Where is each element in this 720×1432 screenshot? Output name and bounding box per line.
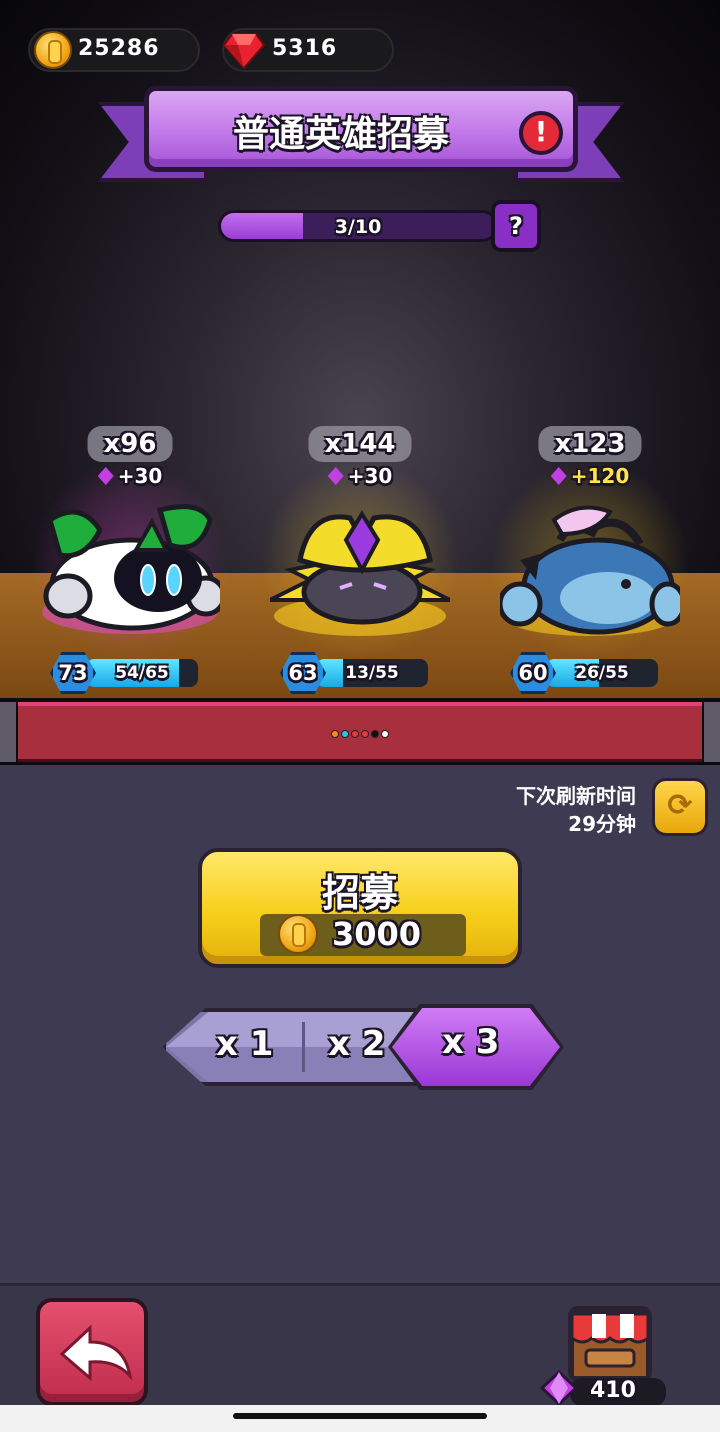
xp-bar: 26/55 bbox=[546, 659, 658, 687]
coin-counter: 25286 bbox=[28, 28, 200, 72]
page-dot bbox=[361, 730, 369, 738]
purple-gem-icon bbox=[540, 1370, 578, 1406]
hero-count: x96 bbox=[87, 426, 173, 462]
page-dot bbox=[341, 730, 349, 738]
recruit-label: 招募 bbox=[321, 871, 398, 915]
purple-gem-icon bbox=[327, 467, 344, 485]
title-banner: 普通英雄招募 ! bbox=[98, 86, 624, 196]
gem-counter: 5316 bbox=[222, 28, 394, 72]
xp-bar: 54/65 bbox=[86, 659, 198, 687]
hero-card-2[interactable]: x144 +30 13/55 63 bbox=[250, 420, 470, 700]
gem-amount: 5316 bbox=[272, 36, 338, 61]
coin-icon bbox=[278, 914, 318, 954]
multiplier-selector: x 1 x 2 x 3 bbox=[162, 1004, 564, 1090]
multiplier-x3-label: x 3 bbox=[442, 1022, 500, 1062]
hero-level-bar: 26/55 60 bbox=[510, 652, 670, 694]
exclamation-icon[interactable]: ! bbox=[519, 111, 563, 155]
back-button[interactable] bbox=[36, 1298, 148, 1406]
hero-bonus-value: +30 bbox=[347, 464, 393, 488]
red-gem-icon bbox=[222, 33, 266, 70]
multiplier-x1[interactable]: x 1 bbox=[216, 1024, 273, 1064]
recruit-scene: 25286 5316 普通英雄招募 ! 3/10 ? x96 +30 54/65… bbox=[0, 0, 720, 765]
coin-amount: 25286 bbox=[78, 36, 160, 61]
home-indicator[interactable] bbox=[233, 1413, 487, 1419]
hero-sprite-thunder bbox=[270, 510, 450, 636]
shop-price-value: 410 bbox=[590, 1378, 636, 1403]
multiplier-x2[interactable]: x 2 bbox=[328, 1024, 385, 1064]
page-dot bbox=[371, 730, 379, 738]
page-indicator bbox=[0, 730, 720, 738]
cost-value: 3000 bbox=[332, 915, 422, 953]
refresh-time: 29分钟 bbox=[568, 812, 636, 836]
back-arrow-icon bbox=[59, 1324, 133, 1382]
page-dot bbox=[381, 730, 389, 738]
hero-bonus-value: +30 bbox=[117, 464, 163, 488]
hero-bonus: +30 bbox=[20, 464, 240, 488]
hero-count: x123 bbox=[538, 426, 642, 462]
banner-plate: 普通英雄招募 ! bbox=[144, 86, 578, 172]
page-dot bbox=[331, 730, 339, 738]
hero-count: x144 bbox=[308, 426, 412, 462]
help-button[interactable]: ? bbox=[491, 200, 541, 252]
recruit-button[interactable]: 招募 3000 bbox=[198, 848, 522, 968]
hero-card-3[interactable]: x123 +120 26/55 60 bbox=[480, 420, 700, 700]
refresh-icon: ⟳ bbox=[667, 788, 693, 823]
hero-bonus: +120 bbox=[480, 464, 700, 488]
refresh-button[interactable]: ⟳ bbox=[652, 778, 708, 836]
refresh-timer: 下次刷新时间 29分钟 bbox=[516, 782, 636, 838]
shop-price: 410 bbox=[570, 1378, 666, 1406]
hero-level-bar: 54/65 73 bbox=[50, 652, 210, 694]
refresh-label: 下次刷新时间 bbox=[516, 784, 636, 808]
hero-card-1[interactable]: x96 +30 54/65 73 bbox=[20, 420, 240, 700]
hero-bonus-value: +120 bbox=[570, 464, 630, 488]
hero-xp: 13/55 bbox=[345, 663, 399, 683]
multiplier-divider bbox=[302, 1022, 305, 1072]
page-dot bbox=[351, 730, 359, 738]
progress-text: 3/10 bbox=[334, 216, 382, 238]
purple-gem-icon bbox=[550, 467, 567, 485]
hero-bonus: +30 bbox=[250, 464, 470, 488]
multiplier-x3[interactable]: x 3 bbox=[388, 1004, 564, 1090]
hero-level-bar: 13/55 63 bbox=[280, 652, 440, 694]
coin-icon bbox=[34, 31, 72, 69]
hero-xp: 26/55 bbox=[575, 663, 629, 683]
recruit-cost: 3000 bbox=[260, 914, 466, 956]
hero-xp: 54/65 bbox=[115, 663, 169, 683]
page-title: 普通英雄招募 bbox=[232, 114, 449, 155]
recruit-progress-bar: 3/10 bbox=[218, 210, 498, 242]
hero-sprite-leaf bbox=[42, 504, 220, 634]
purple-gem-icon bbox=[97, 467, 114, 485]
hero-sprite-fish bbox=[500, 505, 680, 636]
xp-bar: 13/55 bbox=[316, 659, 428, 687]
